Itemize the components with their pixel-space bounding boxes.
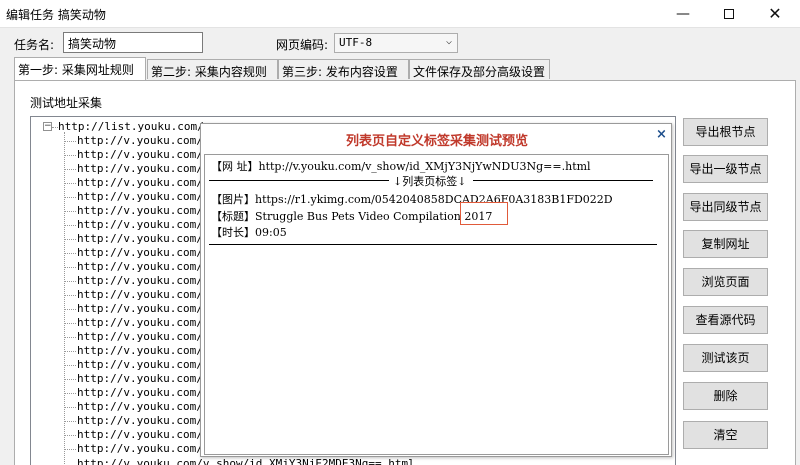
tree-connector [64, 253, 76, 254]
tree-child-node[interactable]: http://v.youku.com/v [77, 232, 209, 245]
tree-connector [64, 169, 76, 170]
divider [209, 244, 657, 245]
tree-child-node[interactable]: http://v.youku.com/v [77, 176, 209, 189]
tree-root-node[interactable]: http://list.youku.com/c [58, 120, 210, 133]
delete-button[interactable]: 删除 [683, 382, 768, 410]
dialog-close-icon[interactable]: × [656, 127, 667, 142]
copy-url-button[interactable]: 复制网址 [683, 230, 768, 258]
image-line: 【图片】https://r1.ykimg.com/0542040858DCAD2… [211, 193, 613, 206]
export-root-button[interactable]: 导出根节点 [683, 118, 768, 146]
encoding-select[interactable]: UTF-8 ⌵ [334, 33, 458, 53]
tab-url-rules[interactable]: 第一步: 采集网址规则 [14, 57, 146, 80]
tree-connector [64, 141, 76, 142]
tree-connector [64, 183, 76, 184]
tab-file-save-settings[interactable]: 文件保存及部分高级设置 [409, 59, 550, 79]
tree-connector [64, 449, 76, 450]
tree-child-node[interactable]: http://v.youku.com/v [77, 134, 209, 147]
tree-child-node[interactable]: http://v.youku.com/v [77, 218, 209, 231]
tree-child-node[interactable]: http://v.youku.com/v [77, 246, 209, 259]
maximize-icon [724, 9, 734, 19]
tree-connector [64, 267, 76, 268]
tree-child-node[interactable]: http://v.youku.com/v [77, 344, 209, 357]
maximize-button[interactable] [706, 0, 752, 28]
divider [473, 180, 653, 181]
view-source-button[interactable]: 查看源代码 [683, 306, 768, 334]
divider [209, 180, 389, 181]
tree-connector [64, 379, 76, 380]
tree-connector [64, 323, 76, 324]
export-level1-button[interactable]: 导出一级节点 [683, 155, 768, 183]
tree-connector [64, 407, 76, 408]
tree-child-node[interactable]: http://v.youku.com/v [77, 148, 209, 161]
tree-child-node[interactable]: http://v.youku.com/v [77, 414, 209, 427]
tree-connector [64, 309, 76, 310]
group-label: 测试地址采集 [30, 96, 103, 110]
tree-connector [64, 155, 76, 156]
tree-connector [64, 435, 76, 436]
minimize-button[interactable]: — [660, 0, 706, 28]
tree-child-node[interactable]: http://v.youku.com/v [77, 358, 209, 371]
tab-publish-settings[interactable]: 第三步: 发布内容设置 [278, 59, 409, 79]
browse-page-button[interactable]: 浏览页面 [683, 268, 768, 296]
tree-connector [64, 351, 76, 352]
tree-connector [64, 225, 76, 226]
tree-child-node[interactable]: http://v.youku.com/v [77, 386, 209, 399]
task-name-label: 任务名: [14, 38, 55, 52]
tree-connector [64, 421, 76, 422]
tab-content-rules[interactable]: 第二步: 采集内容规则 [147, 59, 278, 79]
tree-connector [64, 295, 76, 296]
tree-connector [64, 239, 76, 240]
collapse-icon[interactable]: − [43, 122, 52, 131]
preview-dialog: 列表页自定义标签采集测试预览 × 【网 址】http://v.youku.com… [200, 123, 672, 457]
tree-connector [64, 211, 76, 212]
tree-child-node[interactable]: http://v.youku.com/v [77, 274, 209, 287]
tree-child-node[interactable]: http://v.youku.com/v [77, 260, 209, 273]
encoding-value: UTF-8 [339, 36, 373, 49]
title-bar: 编辑任务 搞笑动物 — ✕ [0, 0, 800, 28]
tree-child-node[interactable]: http://v.youku.com/v [77, 162, 209, 175]
title-line: 【标题】Struggle Bus Pets Video Compilation … [211, 210, 493, 223]
export-sibling-button[interactable]: 导出同级节点 [683, 193, 768, 221]
window-title: 编辑任务 搞笑动物 [6, 8, 106, 22]
tree-child-node[interactable]: http://v.youku.com/v [77, 428, 209, 441]
tree-child-node[interactable]: http://v.youku.com/v [77, 400, 209, 413]
clear-button[interactable]: 清空 [683, 421, 768, 449]
tree-child-node[interactable]: http://v.youku.com/v [77, 288, 209, 301]
tree-child-node[interactable]: http://v.youku.com/v [77, 330, 209, 343]
tree-child-node[interactable]: http://v.youku.com/v [77, 204, 209, 217]
tree-child-node[interactable]: http://v.youku.com/v [77, 302, 209, 315]
dialog-title: 列表页自定义标签采集测试预览 [345, 134, 528, 149]
test-page-button[interactable]: 测试该页 [683, 344, 768, 372]
close-icon: ✕ [768, 4, 782, 23]
tree-child-node[interactable]: http://v.youku.com/v [77, 190, 209, 203]
tree-child-node[interactable]: http://v.youku.com/v [77, 442, 209, 455]
url-line: 【网 址】http://v.youku.com/v_show/id_XMjY3N… [211, 160, 591, 173]
tag-header: ↓列表页标签↓ [393, 175, 467, 188]
tree-connector [64, 393, 76, 394]
chevron-down-icon: ⌵ [445, 36, 452, 47]
tree-connector [64, 281, 76, 282]
preview-content: 【网 址】http://v.youku.com/v_show/id_XMjY3N… [204, 154, 669, 455]
encoding-label: 网页编码: [276, 38, 329, 52]
tree-connector [64, 365, 76, 366]
tree-child-node[interactable]: http://v.youku.com/v [77, 372, 209, 385]
tree-connector [64, 197, 76, 198]
tree-child-node[interactable]: http://v.youku.com/v [77, 316, 209, 329]
minimize-icon: — [676, 6, 690, 22]
tree-connector [64, 337, 76, 338]
highlight-box [460, 202, 508, 225]
duration-line: 【时长】09:05 [211, 226, 287, 239]
tree-child-node[interactable]: http://v.youku.com/v_show/id_XMjY3NjE2MD… [77, 457, 415, 465]
task-name-input[interactable]: 搞笑动物 [63, 32, 203, 53]
close-button[interactable]: ✕ [752, 0, 798, 28]
